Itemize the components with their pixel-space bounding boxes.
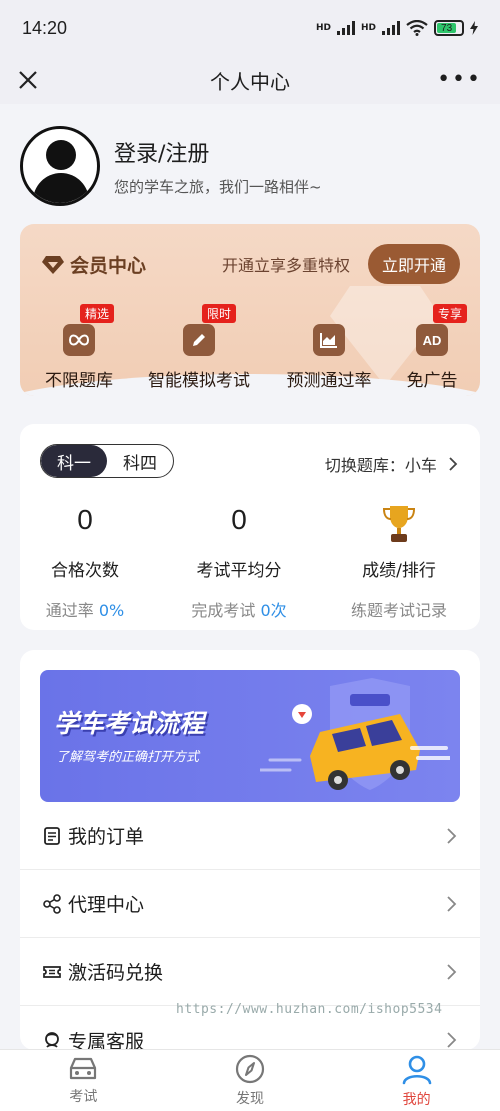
profile-header: 登录/注册 您的学车之旅，我们一路相伴~ [20,124,480,208]
trophy-icon [382,506,416,542]
menu-card: 学车考试流程 了解驾考的正确打开方式 我的订单 代理中心 激活码兑换 专属客服 [20,650,480,1050]
menu-item-activation-code[interactable]: 激活码兑换 [20,938,480,1006]
subject-one-tab[interactable]: 科一 [41,445,107,477]
tab-mine[interactable]: 我的 [333,1050,500,1111]
status-icons: HD HD 73 [316,20,478,36]
menu-item-label: 我的订单 [68,826,145,848]
vip-card: 会员中心 开通立享多重特权 立即开通 精选 不限题库 限时 智能模拟考试 预测通… [20,224,480,396]
tab-exam[interactable]: 考试 [0,1050,167,1111]
feature-label: 不限题库 [45,371,113,391]
menu-item-label: 代理中心 [68,894,145,916]
exam-process-banner[interactable]: 学车考试流程 了解驾考的正确打开方式 [40,670,460,802]
vip-title: 会员中心 [70,254,147,277]
avatar[interactable] [20,126,100,206]
status-bar: 14:20 HD HD 73 [0,0,500,56]
menu-item-label: 激活码兑换 [68,962,164,984]
tab-label: 发现 [236,1090,264,1107]
banner-subtitle: 了解驾考的正确打开方式 [56,750,200,765]
subject-four-tab[interactable]: 科四 [107,445,173,477]
wifi-icon [406,20,428,36]
vip-description: 开通立享多重特权 [221,256,350,275]
status-time: 14:20 [22,17,68,38]
more-icon[interactable]: ••• [437,69,482,91]
feature-no-ads[interactable]: 专享 AD 免广告 [367,304,480,391]
stat-pass-count[interactable]: 0 合格次数 通过率 0% [10,504,160,621]
battery-icon: 73 [434,20,464,36]
menu-item-label: 专属客服 [68,1030,145,1051]
feature-unlimited-bank[interactable]: 精选 不限题库 [20,304,144,391]
profile-subtitle: 您的学车之旅，我们一路相伴~ [114,177,322,196]
compass-icon [235,1054,265,1083]
tab-label: 考试 [69,1088,98,1105]
subject-toggle: 科一 科四 [40,444,174,478]
ticket-icon [43,965,61,978]
car-illustration-icon [260,678,450,790]
user-icon [402,1055,431,1084]
close-icon[interactable] [14,66,42,94]
chevron-right-icon [449,457,458,471]
pass-rate-value: 0% [98,601,125,620]
switch-bank-label: 切换题库：小车 [324,456,437,475]
stats-card: 科一 科四 切换题库：小车 0 合格次数 通过率 0% 0 考试平均分 完成考试… [20,424,480,630]
stat-average-score[interactable]: 0 考试平均分 完成考试 0次 [164,504,314,621]
ad-icon: AD [416,324,448,356]
watermark-text: https://www.huzhan.com/ishop5534 [176,1002,443,1017]
page-title: 个人中心 [210,69,290,94]
pencil-icon [183,324,215,356]
switch-question-bank[interactable]: 切换题库：小车 [325,452,458,476]
chevron-right-icon [447,895,457,912]
network-label-2: HD [360,23,376,33]
network-label-1: HD [315,23,331,33]
share-icon [43,893,61,914]
car-icon [70,1057,97,1079]
battery-level: 73 [437,23,457,34]
feature-smart-mock-exam[interactable]: 限时 智能模拟考试 [134,304,264,391]
tab-label: 我的 [402,1091,431,1108]
open-vip-button[interactable]: 立即开通 [367,244,460,284]
signal-icon [336,21,355,35]
feature-tag: 精选 [80,304,115,323]
signal-icon-2 [382,21,400,35]
infinity-icon [63,324,95,356]
stat-ranking[interactable]: 成绩/排行 练题考试记录 [324,504,474,621]
pass-rate: 通过率 0% [45,601,125,620]
average-score-label: 考试平均分 [196,561,282,581]
service-icon [45,1032,59,1048]
banner-title: 学车考试流程 [54,709,205,738]
vip-header: 会员中心 开通立享多重特权 立即开通 [42,244,460,284]
practice-records: 练题考试记录 [350,601,447,620]
completed-exams-value: 0次 [260,601,287,620]
menu-item-agent-center[interactable]: 代理中心 [20,870,480,938]
feature-label: 免广告 [406,371,458,391]
charging-icon [470,21,478,35]
trophy-wrap [324,504,474,542]
order-icon [44,826,60,845]
feature-label: 智能模拟考试 [148,371,250,391]
tab-discover[interactable]: 发现 [167,1050,334,1111]
pass-count-label: 合格次数 [51,561,119,581]
pass-count-value: 0 [77,504,93,535]
chart-icon [313,324,345,356]
chevron-right-icon [447,827,457,844]
login-register-link[interactable]: 登录/注册 [114,136,322,168]
completed-exams: 完成考试 0次 [191,601,287,620]
feature-tag: 专享 [433,304,468,323]
nav-bar: 个人中心 ••• [0,56,500,104]
tab-bar: 考试 发现 我的 [0,1049,500,1111]
vip-features: 精选 不限题库 限时 智能模拟考试 预测通过率 专享 AD 免广告 [20,304,480,394]
menu-item-orders[interactable]: 我的订单 [20,802,480,870]
ranking-label: 成绩/排行 [362,561,436,581]
chevron-right-icon [447,963,457,980]
average-score-value: 0 [231,504,247,535]
diamond-icon [42,256,64,274]
chevron-right-icon [447,1032,457,1048]
profile-texts: 登录/注册 您的学车之旅，我们一路相伴~ [114,136,322,197]
feature-tag: 限时 [202,304,237,323]
